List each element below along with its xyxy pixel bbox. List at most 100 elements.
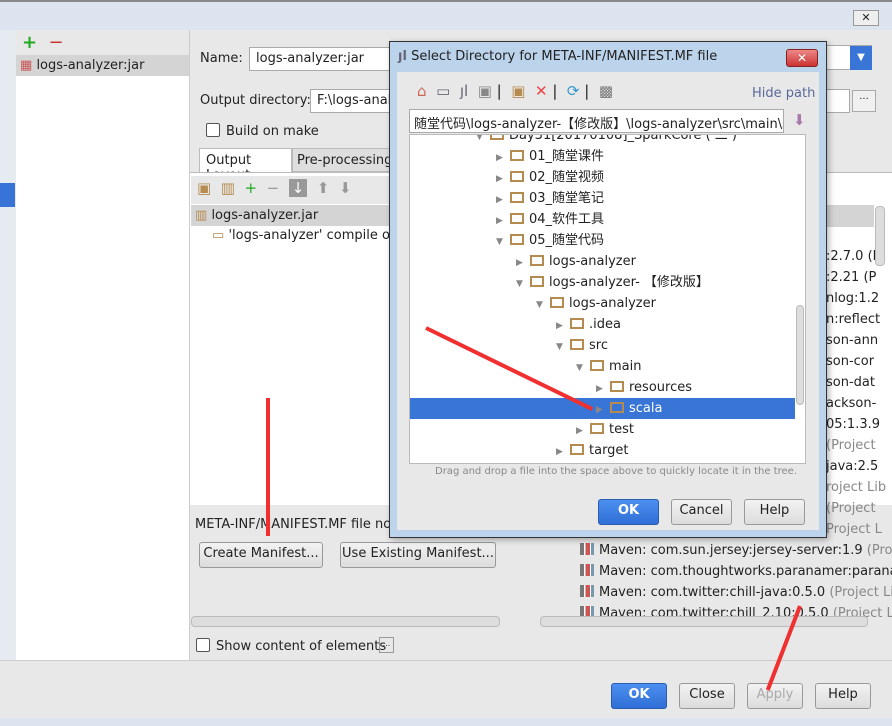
- layout-item-compile-output[interactable]: ▭ 'logs-analyzer' compile out: [212, 228, 392, 248]
- add-icon[interactable]: +: [244, 179, 257, 197]
- output-directory-input[interactable]: F:\logs-analy: [310, 89, 400, 113]
- tab-pre-processing[interactable]: Pre-processing: [292, 148, 392, 172]
- tree-node[interactable]: ▼ Day31[20170108]_SparkCore ( 二 ): [410, 135, 795, 146]
- collapsed-arrow-icon[interactable]: ▶: [556, 316, 570, 337]
- collapsed-arrow-icon[interactable]: ▶: [556, 442, 570, 463]
- tree-scrollbar[interactable]: [796, 305, 804, 405]
- tree-node[interactable]: ▶ .idea: [410, 314, 795, 335]
- library-row[interactable]: Maven: com.twitter:chill-java:0.5.0 (Pro…: [580, 585, 892, 600]
- tree-node-label: 02_随堂视频: [529, 170, 605, 185]
- tree-node[interactable]: ▼ 05_随堂代码: [410, 230, 795, 251]
- horizontal-scrollbar-right[interactable]: [540, 616, 868, 627]
- library-row-fragment[interactable]: son-dat: [826, 375, 875, 390]
- library-row-fragment[interactable]: son-cor: [826, 354, 874, 369]
- library-row-fragment[interactable]: 05:1.3.9: [826, 417, 880, 432]
- tree-node[interactable]: ▶ 03_随堂笔记: [410, 188, 795, 209]
- collapsed-arrow-icon[interactable]: ▶: [496, 211, 510, 232]
- collapsed-arrow-icon[interactable]: ▶: [496, 190, 510, 211]
- tree-node[interactable]: ▼ logs-analyzer- 【修改版】: [410, 272, 795, 293]
- right-scrollbar[interactable]: [875, 206, 885, 266]
- refresh-icon[interactable]: ⟳: [567, 82, 580, 100]
- build-on-make-checkbox[interactable]: Build on make: [206, 123, 319, 139]
- close-button[interactable]: Close: [679, 683, 735, 709]
- collapsed-arrow-icon[interactable]: ▶: [496, 169, 510, 190]
- tree-node[interactable]: ▶ resources: [410, 377, 795, 398]
- library-row-fragment[interactable]: Project L: [826, 522, 882, 537]
- library-row-fragment[interactable]: son-ann: [826, 333, 878, 348]
- show-content-checkbox[interactable]: Show content of elements: [196, 638, 386, 654]
- dialog-close-button[interactable]: ✕: [786, 49, 818, 67]
- path-input[interactable]: 随堂代码\logs-analyzer-【修改版】\logs-analyzer\s…: [409, 109, 784, 133]
- new-directory-icon[interactable]: ▣: [197, 179, 211, 197]
- tree-node[interactable]: ▶ 04_软件工具: [410, 209, 795, 230]
- library-row-fragment[interactable]: n:reflect: [826, 312, 880, 327]
- artifact-item[interactable]: ▦ logs-analyzer:jar: [16, 55, 189, 76]
- library-row-fragment[interactable]: roject Lib: [826, 480, 886, 495]
- library-row-fragment[interactable]: nlog:1.2: [826, 291, 879, 306]
- expanded-arrow-icon[interactable]: ▼: [536, 295, 550, 316]
- tree-node-label: main: [609, 359, 642, 374]
- dialog-cancel-button[interactable]: Cancel: [671, 499, 732, 525]
- tab-output-layout[interactable]: Output Layout: [199, 148, 292, 183]
- library-row-fragment[interactable]: java:2.5: [826, 459, 878, 474]
- expanded-arrow-icon[interactable]: ▼: [556, 337, 570, 358]
- project-icon[interactable]: ȷl: [460, 82, 468, 100]
- expanded-arrow-icon[interactable]: ▼: [576, 358, 590, 379]
- collapsed-arrow-icon[interactable]: ▶: [576, 421, 590, 442]
- help-button[interactable]: Help: [815, 683, 871, 709]
- remove-artifact-button[interactable]: −: [49, 32, 64, 53]
- library-row[interactable]: Maven: com.thoughtworks.paranamer:parana…: [580, 564, 892, 579]
- hide-path-link[interactable]: Hide path: [752, 86, 815, 101]
- tree-node[interactable]: ▶ logs-analyzer: [410, 251, 795, 272]
- directory-tree: ▼ Day31[20170108]_SparkCore ( 二 ) ▶ 01_随堂课件…: [409, 134, 806, 464]
- move-up-icon[interactable]: ⬆: [317, 179, 330, 197]
- archive-icon[interactable]: ▥: [221, 179, 235, 197]
- collapsed-arrow-icon[interactable]: ▶: [596, 400, 610, 421]
- show-content-options-button[interactable]: ...: [379, 637, 394, 653]
- use-existing-manifest-button[interactable]: Use Existing Manifest...: [340, 542, 496, 568]
- new-folder-icon[interactable]: ▣: [511, 82, 525, 100]
- dialog-ok-button[interactable]: OK: [598, 499, 659, 525]
- dropdown-button[interactable]: ▼: [850, 46, 872, 70]
- library-row-fragment[interactable]: :2.21 (P: [826, 270, 876, 285]
- expanded-arrow-icon[interactable]: ▼: [496, 232, 510, 253]
- library-row-fragment[interactable]: (Project: [826, 438, 876, 453]
- sidebar-selected-item[interactable]: [0, 183, 15, 207]
- move-down-icon[interactable]: ⬇: [339, 179, 352, 197]
- layout-item-jar[interactable]: ▥ logs-analyzer.jar: [191, 205, 391, 226]
- show-hidden-icon[interactable]: ▩: [599, 82, 613, 100]
- collapsed-arrow-icon[interactable]: ▶: [516, 253, 530, 274]
- remove-icon[interactable]: −: [267, 179, 280, 197]
- sort-icon[interactable]: ↓: [288, 179, 308, 197]
- tree-node[interactable]: ▼ main: [410, 356, 795, 377]
- library-row-fragment[interactable]: :2.7.0 (l: [826, 249, 876, 264]
- output-directory-field-end[interactable]: [826, 89, 850, 113]
- desktop-icon[interactable]: ▭: [436, 82, 450, 100]
- tree-node[interactable]: ▶ target: [410, 440, 795, 461]
- tree-node[interactable]: ▶ test: [410, 419, 795, 440]
- library-row[interactable]: Maven: com.sun.jersey:jersey-server:1.9 …: [580, 543, 892, 558]
- library-row-fragment[interactable]: (Project: [826, 501, 876, 516]
- tree-node[interactable]: ▼ logs-analyzer: [410, 293, 795, 314]
- delete-icon[interactable]: ✕: [535, 82, 548, 100]
- dialog-help-button[interactable]: Help: [744, 499, 805, 525]
- window-close-button[interactable]: ✕: [853, 10, 879, 26]
- apply-button[interactable]: Apply: [747, 683, 803, 709]
- expanded-arrow-icon[interactable]: ▼: [516, 274, 530, 295]
- tree-node[interactable]: ▶ 02_随堂视频: [410, 167, 795, 188]
- home-icon[interactable]: ⌂: [417, 82, 427, 100]
- create-manifest-button[interactable]: Create Manifest...: [199, 542, 323, 568]
- module-icon[interactable]: ▣: [478, 82, 492, 100]
- name-input[interactable]: logs-analyzer:jar: [249, 47, 399, 71]
- library-row-fragment[interactable]: ackson-: [826, 396, 876, 411]
- tree-node-label: logs-analyzer: [549, 254, 636, 269]
- browse-button[interactable]: ...: [852, 90, 876, 112]
- collapsed-arrow-icon[interactable]: ▶: [496, 148, 510, 169]
- add-artifact-button[interactable]: +: [22, 32, 37, 53]
- horizontal-scrollbar[interactable]: [191, 616, 500, 627]
- tree-node[interactable]: ▶ 01_随堂课件: [410, 146, 795, 167]
- collapsed-arrow-icon[interactable]: ▶: [596, 379, 610, 400]
- path-history-icon[interactable]: ⬇: [793, 111, 806, 129]
- tree-node[interactable]: ▶ scala: [410, 398, 795, 419]
- ok-button[interactable]: OK: [611, 683, 667, 709]
